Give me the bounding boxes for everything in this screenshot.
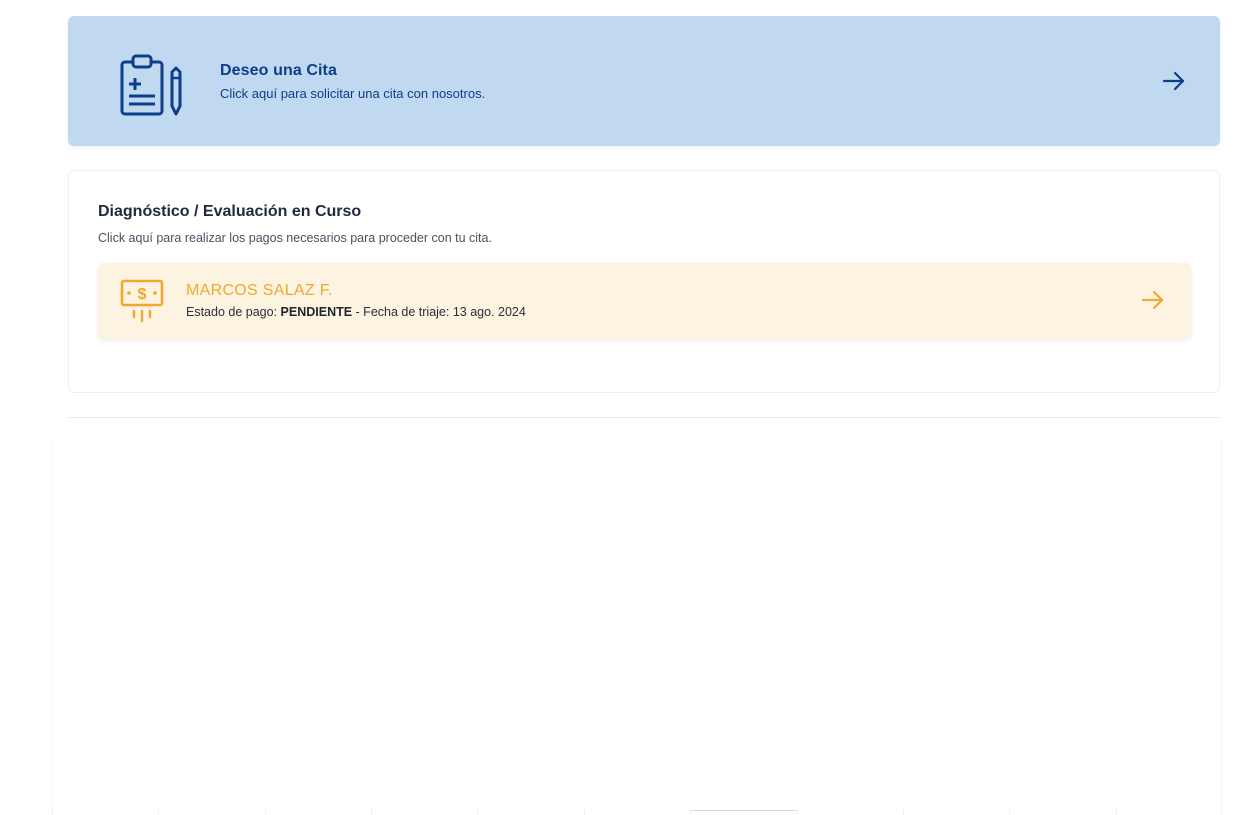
diagnostic-subtitle: Click aquí para realizar los pagos neces…	[98, 231, 492, 245]
request-appointment-card[interactable]: Deseo una Cita Click aquí para solicitar…	[68, 16, 1220, 146]
bottom-tab[interactable]	[264, 810, 371, 815]
bottom-tab[interactable]	[52, 810, 158, 815]
bottom-tab-strip	[52, 810, 1222, 815]
diagnostic-section: Diagnóstico / Evaluación en Curso Click …	[68, 170, 1220, 393]
bottom-tab[interactable]	[477, 810, 583, 815]
empty-content-panel	[52, 440, 1222, 815]
bottom-tab[interactable]	[690, 810, 797, 815]
request-appointment-title: Deseo una Cita	[220, 62, 337, 79]
bottom-tab[interactable]	[1009, 810, 1115, 815]
triage-date-label: - Fecha de triaje:	[352, 305, 453, 319]
arrow-right-icon[interactable]	[1162, 70, 1186, 92]
section-divider	[68, 417, 1220, 418]
patient-name: MARCOS SALAZ F.	[186, 282, 333, 299]
bottom-tab[interactable]	[371, 810, 477, 815]
payment-status-line: Estado de pago: PENDIENTE - Fecha de tri…	[186, 305, 526, 319]
bottom-tab[interactable]	[902, 810, 1009, 815]
pending-payment-card[interactable]: $ MARCOS SALAZ F. Estado de pago: PENDIE…	[98, 263, 1191, 339]
bottom-tab[interactable]	[158, 810, 264, 815]
arrow-right-icon[interactable]	[1141, 289, 1165, 311]
svg-text:$: $	[138, 286, 147, 303]
triage-date-value: 13 ago. 2024	[452, 305, 526, 319]
page: Deseo una Cita Click aquí para solicitar…	[0, 0, 1249, 815]
payment-status-value: PENDIENTE	[280, 305, 353, 319]
payment-money-icon: $	[120, 279, 164, 323]
clipboard-medical-icon	[120, 54, 182, 116]
request-appointment-subtitle: Click aquí para solicitar una cita con n…	[220, 86, 486, 101]
payment-status-label: Estado de pago:	[186, 305, 281, 319]
bottom-tab[interactable]	[796, 810, 903, 815]
diagnostic-title: Diagnóstico / Evaluación en Curso	[98, 203, 362, 220]
bottom-tab[interactable]	[583, 810, 690, 815]
bottom-tab[interactable]	[1115, 810, 1222, 815]
